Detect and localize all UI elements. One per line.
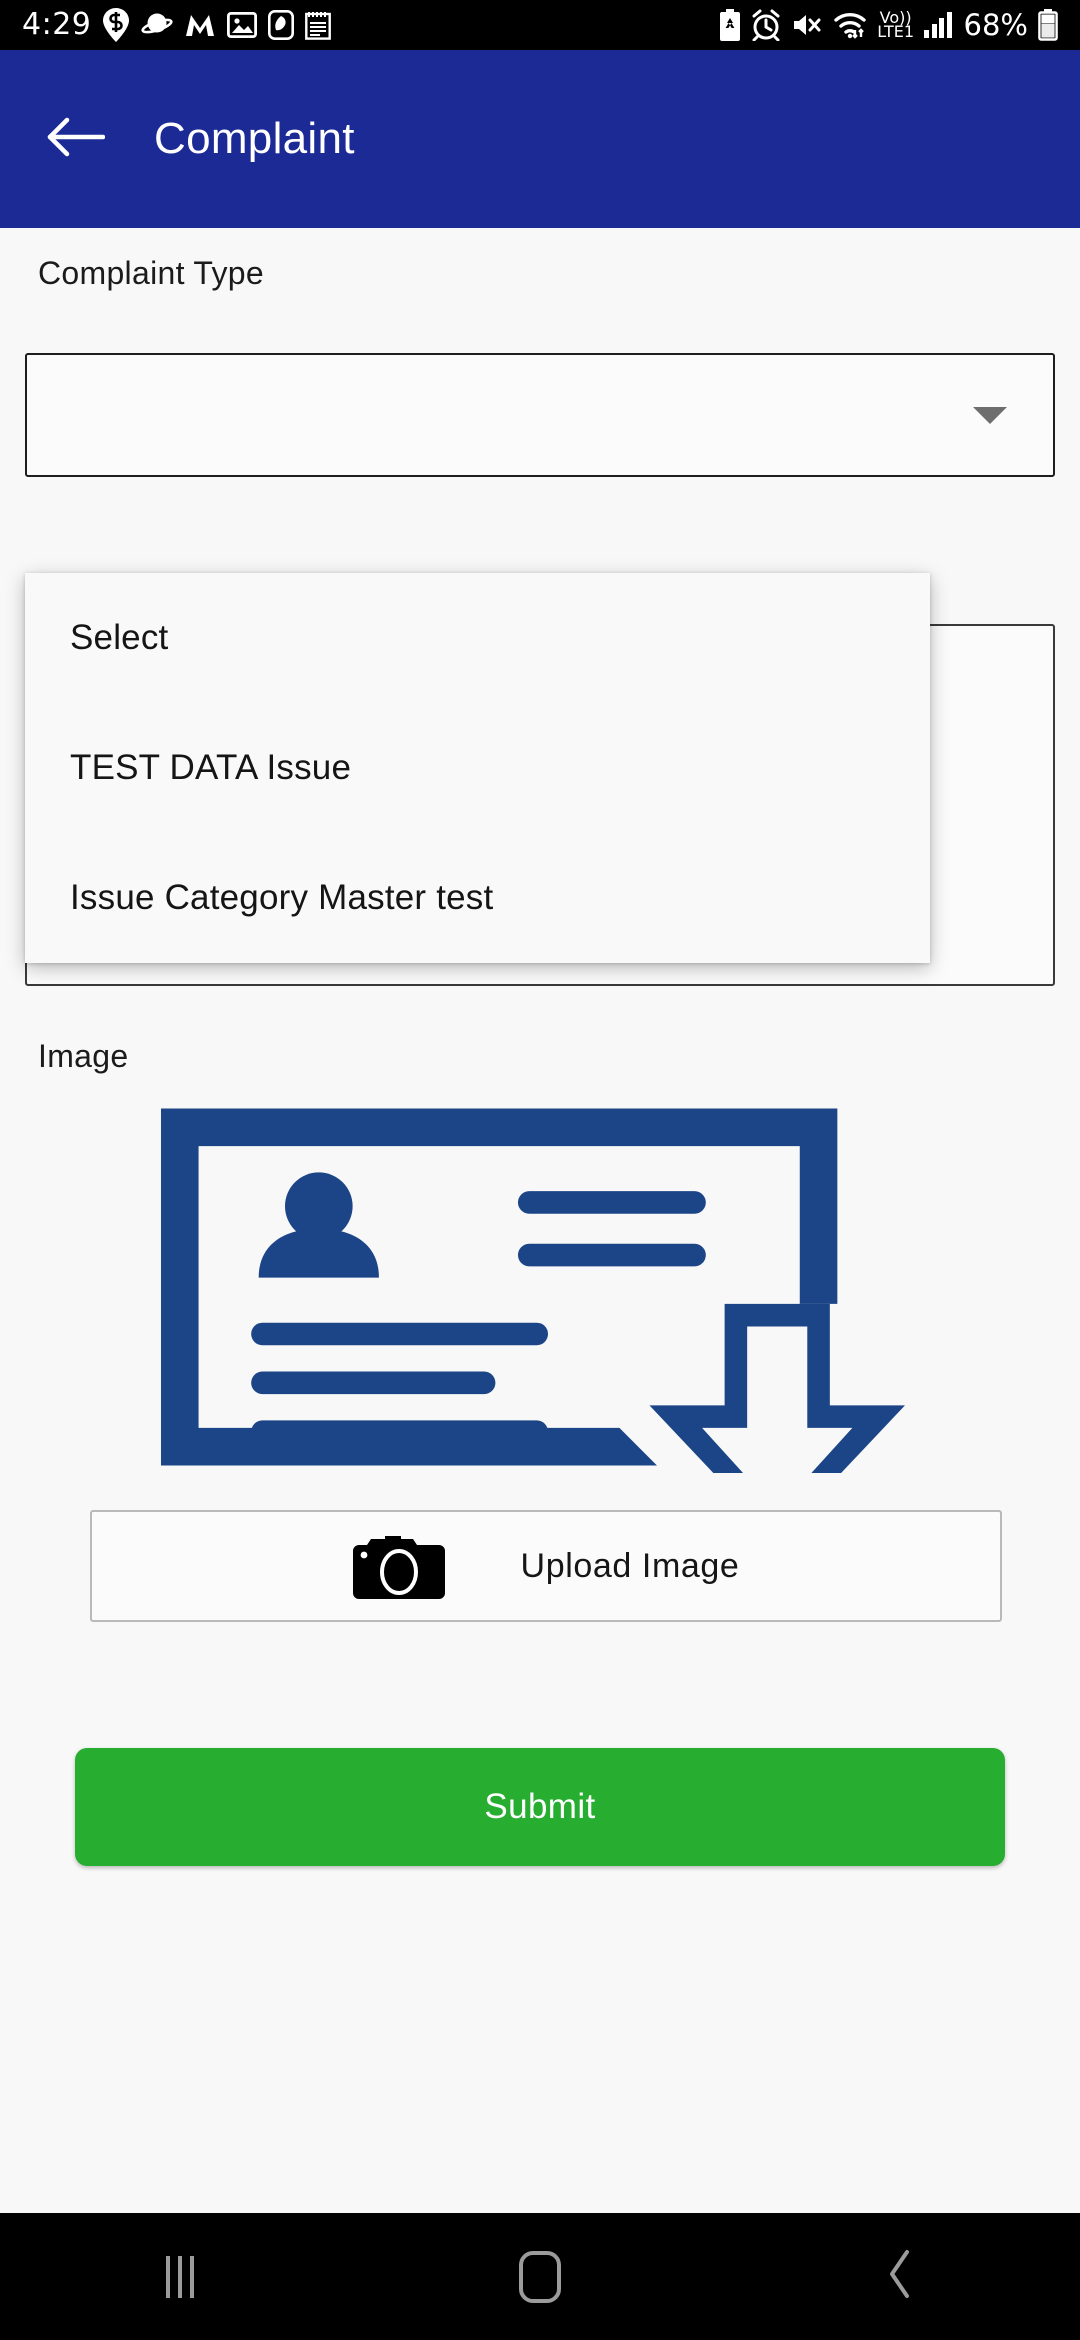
notes-icon: [305, 10, 332, 40]
signal-bars-icon: [924, 12, 952, 38]
dropdown-option-issue-category-master-test[interactable]: Issue Category Master test: [25, 833, 930, 963]
dropdown-option-select[interactable]: Select: [25, 573, 930, 703]
arrow-left-icon: [45, 116, 106, 163]
dropdown-option-label: Issue Category Master test: [70, 878, 494, 917]
battery-saver-icon: [719, 9, 741, 41]
home-icon: [519, 2250, 561, 2303]
image-label: Image: [38, 1038, 129, 1074]
dropdown-option-label: TEST DATA Issue: [70, 748, 352, 787]
back-button[interactable]: [40, 104, 110, 174]
status-clock: 4:29: [22, 7, 92, 42]
image-placeholder-icon: [153, 1101, 928, 1541]
submit-button-label: Submit: [484, 1787, 596, 1826]
wifi-icon: [833, 10, 867, 40]
gallery-icon: [227, 11, 258, 39]
alarm-icon: [751, 9, 781, 41]
status-bar: 4:29 Vo)) LTE1 68%: [0, 0, 1080, 50]
nav-back-icon: [883, 2248, 917, 2305]
complaint-type-select[interactable]: [25, 353, 1055, 477]
m-app-icon: [184, 12, 216, 38]
app-bar: Complaint: [0, 50, 1080, 228]
volte-icon: Vo)) LTE1: [877, 10, 915, 41]
battery-percent: 68%: [963, 7, 1028, 42]
volte-label-bottom: LTE1: [877, 22, 915, 41]
home-button[interactable]: [470, 2232, 610, 2322]
submit-button[interactable]: Submit: [75, 1748, 1005, 1866]
dropdown-option-test-data-issue[interactable]: TEST DATA Issue: [25, 703, 930, 833]
android-nav-bar: [0, 2213, 1080, 2340]
chevron-down-icon: [973, 406, 1007, 424]
camera-icon: [352, 1525, 445, 1608]
location-pin-icon: [102, 8, 130, 42]
status-bar-right: Vo)) LTE1 68%: [719, 9, 1058, 41]
planet-icon: [141, 10, 173, 40]
complaint-type-dropdown-menu[interactable]: Select TEST DATA Issue Issue Category Ma…: [25, 573, 930, 963]
battery-icon: [1038, 9, 1058, 41]
image-preview: [0, 1090, 1080, 1541]
recents-icon: [166, 2255, 194, 2298]
dropdown-option-label: Select: [70, 618, 169, 657]
status-bar-left: 4:29: [22, 7, 332, 42]
recents-button[interactable]: [110, 2232, 250, 2322]
complaint-type-label: Complaint Type: [38, 255, 264, 291]
upload-image-button[interactable]: Upload Image: [90, 1510, 1002, 1622]
form-content: Complaint Type Image Upload Image Submit…: [0, 228, 1080, 2213]
leaf-app-icon: [268, 10, 295, 40]
mute-icon: [791, 11, 823, 39]
page-title: Complaint: [154, 114, 355, 163]
upload-image-label: Upload Image: [520, 1546, 740, 1585]
nav-back-button[interactable]: [830, 2232, 970, 2322]
